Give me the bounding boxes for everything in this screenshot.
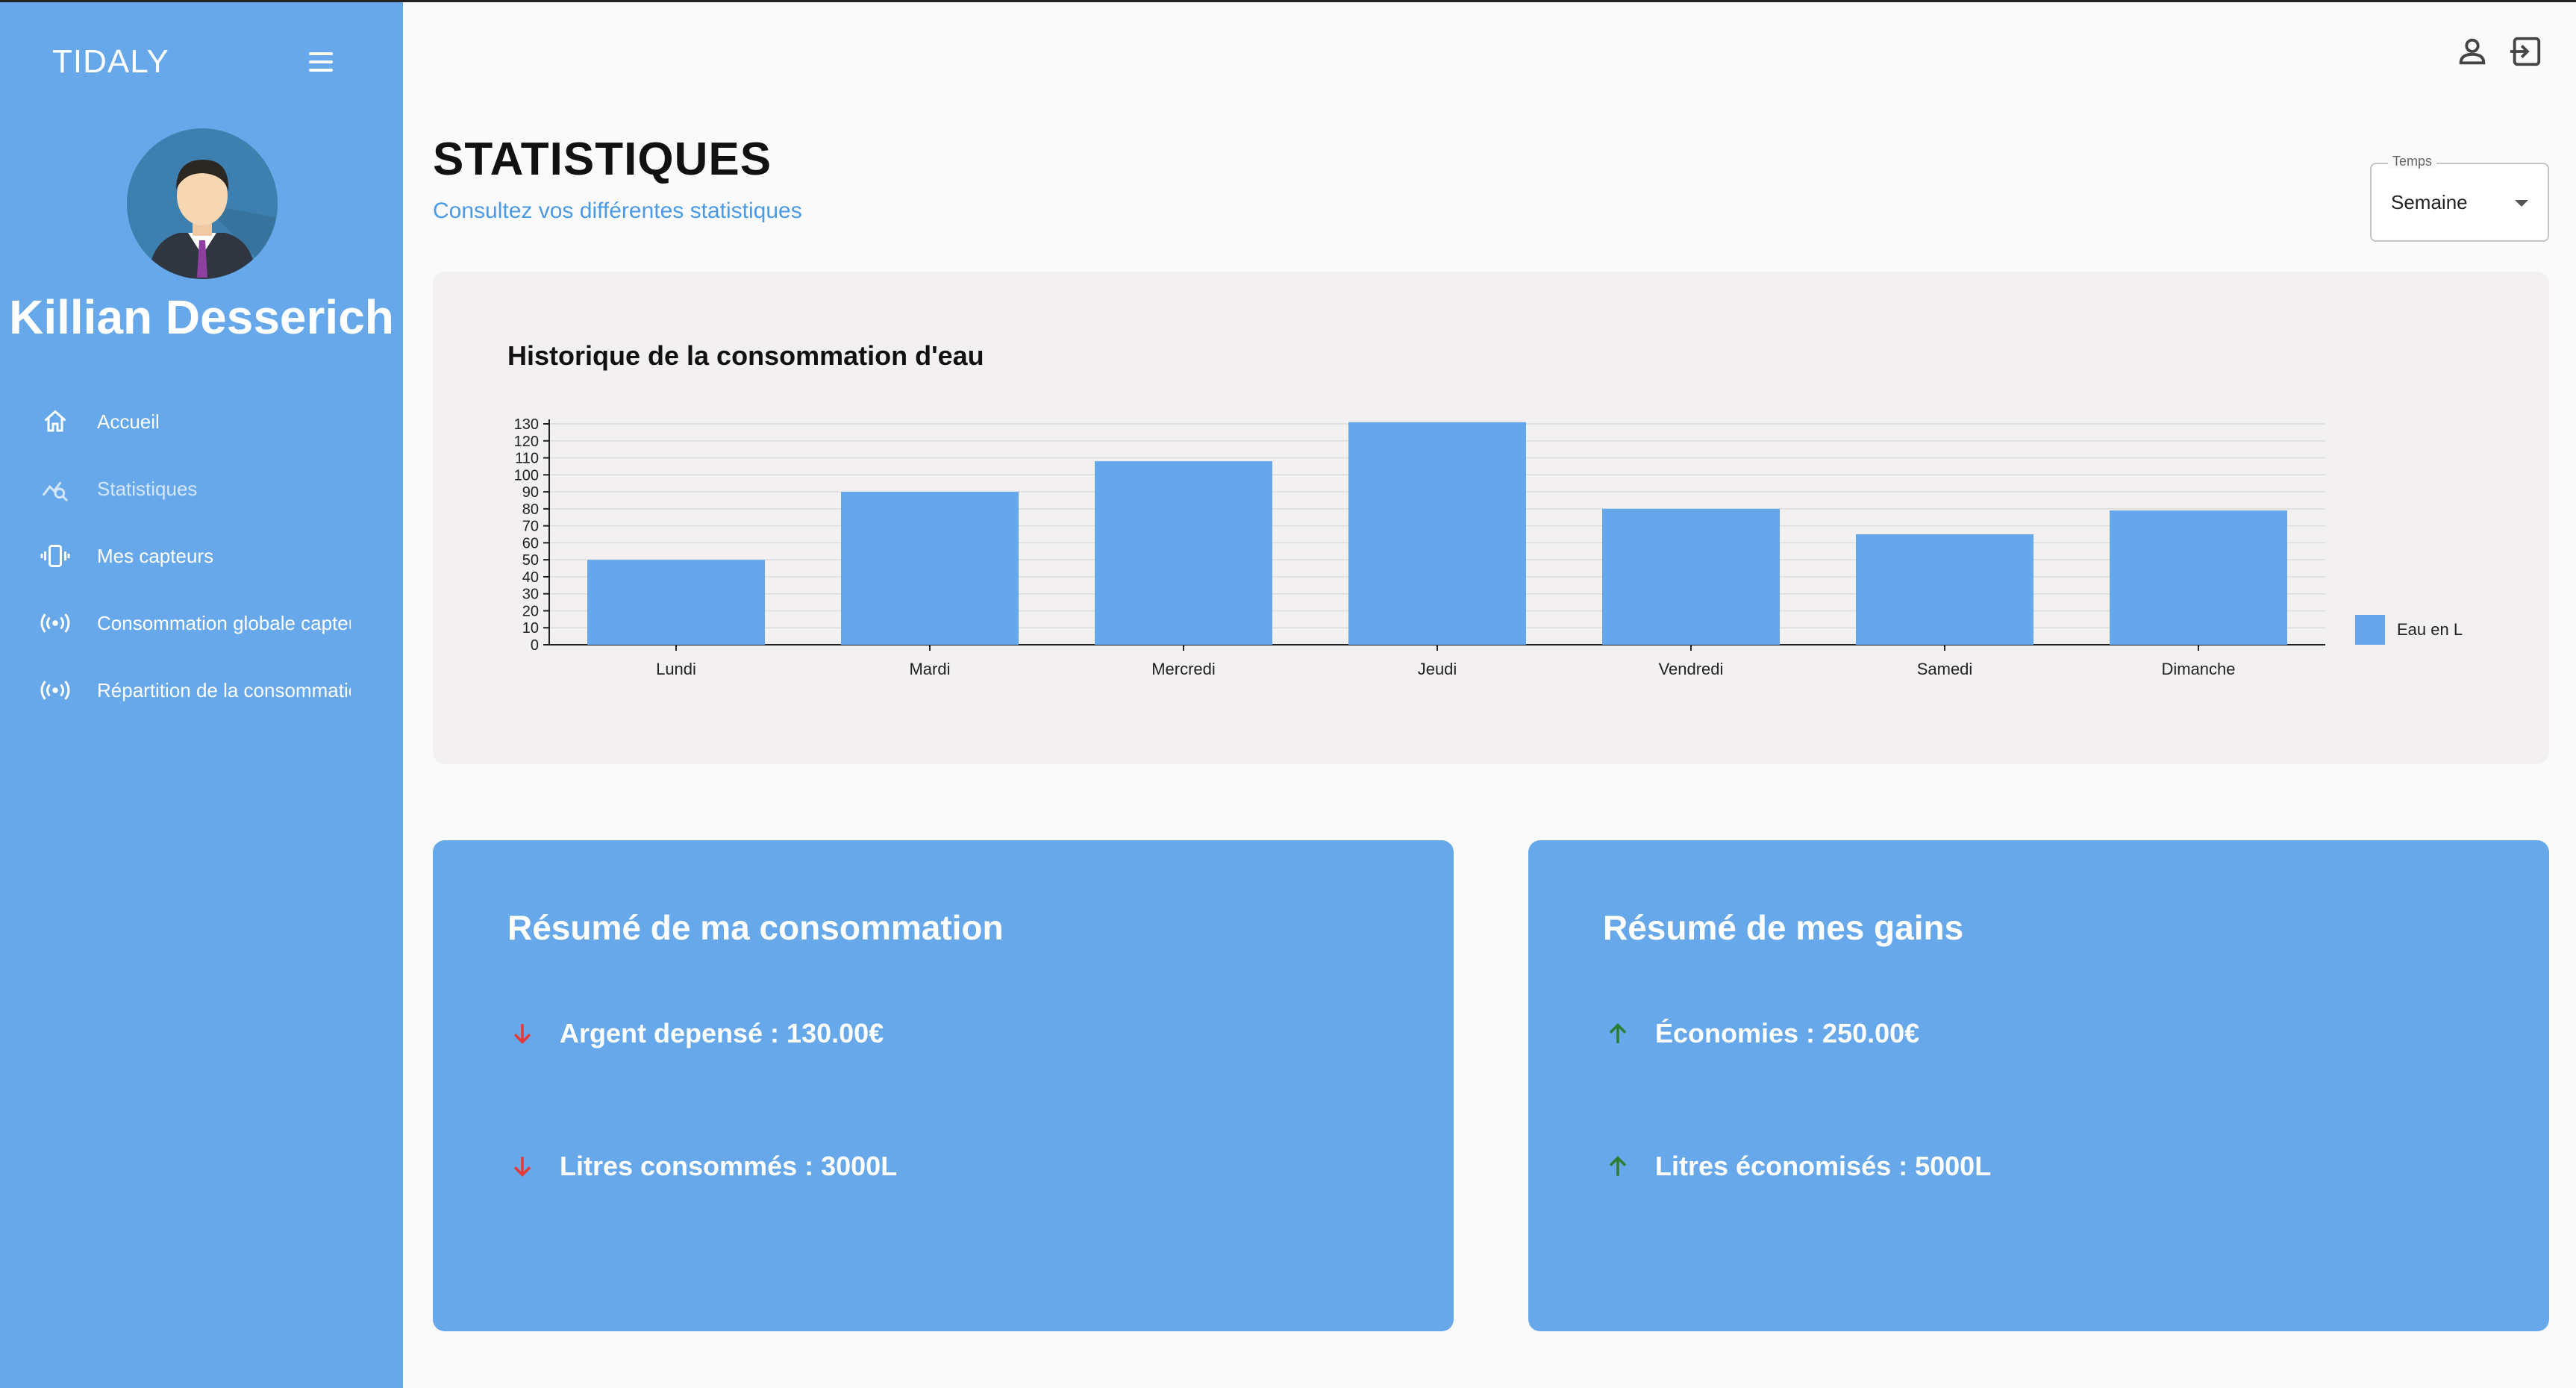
sidebar-nav: Accueil Statistiques Mes capteurs Consom…: [0, 388, 403, 724]
brand-logo[interactable]: TIDALY: [52, 43, 169, 81]
x-tick-label: Samedi: [1917, 660, 1973, 678]
select-value: Semaine: [2391, 191, 2468, 213]
x-tick-label: Jeudi: [1418, 660, 1457, 678]
consumption-summary-card: Résumé de ma consommation Argent depensé…: [433, 840, 1454, 1331]
bar-chart: 0102030405060708090100110120130 Lundi Mard…: [514, 416, 2463, 678]
y-tick-label: 120: [514, 434, 539, 450]
y-tick-label: 60: [522, 535, 539, 551]
bar-lundi: [587, 560, 765, 645]
bar-mardi: [841, 492, 1019, 645]
user-name: Killian Desserich: [9, 290, 394, 344]
top-border: [0, 0, 2576, 2]
sidebar-item-statistiques[interactable]: Statistiques: [0, 455, 403, 522]
sidebar: TIDALY Killian Desserich Accueil Statist…: [0, 0, 403, 1388]
x-tick-label: Vendredi: [1659, 660, 1724, 678]
select-label: Temps: [2388, 154, 2437, 169]
y-tick-label: 50: [522, 552, 539, 569]
y-tick-label: 40: [522, 569, 539, 586]
chevron-down-icon: [2515, 200, 2528, 207]
x-tick-label: Mercredi: [1151, 660, 1216, 678]
time-period-select[interactable]: Temps Semaine: [2370, 154, 2549, 242]
account-icon[interactable]: [2455, 34, 2489, 69]
y-tick-label: 70: [522, 519, 539, 535]
arrow-down-icon: [507, 1151, 537, 1181]
y-tick-label: 90: [522, 484, 539, 501]
liters-saved-text: Litres économisés : 5000L: [1655, 1151, 1992, 1181]
sidebar-item-repartition[interactable]: Répartition de la consommation: [0, 657, 403, 724]
avatar: [127, 128, 278, 279]
bar-samedi: [1856, 534, 2033, 645]
liters-consumed-row: Litres consommés : 3000L: [507, 1151, 897, 1182]
sensor-icon: [39, 540, 72, 572]
sidebar-item-label: Répartition de la consommation: [97, 678, 351, 701]
sidebar-item-accueil[interactable]: Accueil: [0, 388, 403, 455]
page-subtitle: Consultez vos différentes statistiques: [433, 198, 802, 223]
bar-vendredi: [1602, 508, 1780, 645]
arrow-down-icon: [507, 1019, 537, 1048]
liters-consumed-text: Litres consommés : 3000L: [560, 1151, 898, 1181]
y-tick-label: 30: [522, 587, 539, 603]
x-tick-label: Dimanche: [2161, 660, 2235, 678]
liters-saved-row: Litres économisés : 5000L: [1603, 1151, 1991, 1182]
savings-text: Économies : 250.00€: [1655, 1018, 1920, 1048]
y-tick-label: 80: [522, 501, 539, 518]
menu-toggle-icon[interactable]: [309, 52, 336, 73]
legend-label: Eau en L: [2397, 620, 2463, 639]
arrow-up-icon: [1603, 1151, 1633, 1181]
sidebar-item-label: Accueil: [97, 410, 160, 433]
y-tick-label: 0: [531, 637, 539, 654]
sidebar-item-label: Mes capteurs: [97, 544, 214, 567]
spent-money-row: Argent depensé : 130.00€: [507, 1018, 884, 1049]
home-icon: [39, 405, 72, 438]
y-tick-label: 100: [514, 467, 539, 484]
gains-summary-card: Résumé de mes gains Économies : 250.00€ …: [1528, 840, 2549, 1331]
y-tick-label: 130: [514, 416, 539, 433]
legend-swatch: [2355, 615, 2385, 645]
arrow-up-icon: [1603, 1019, 1633, 1048]
savings-row: Économies : 250.00€: [1603, 1018, 1919, 1049]
gains-summary-title: Résumé de mes gains: [1603, 908, 1964, 947]
x-tick-label: Lundi: [656, 660, 696, 678]
consumption-summary-title: Résumé de ma consommation: [507, 908, 1004, 947]
bar-mercredi: [1095, 461, 1272, 645]
page-title: STATISTIQUES: [433, 134, 772, 185]
y-tick-label: 20: [522, 603, 539, 619]
sidebar-item-label: Consommation globale capteurs: [97, 611, 351, 634]
y-tick-label: 110: [515, 451, 539, 467]
broadcast-icon: [39, 607, 72, 640]
bar-dimanche: [2110, 510, 2287, 645]
y-tick-label: 10: [522, 620, 539, 637]
chart-card: Historique de la consommation d'eau 0 10 2…: [433, 272, 2549, 764]
x-tick-label: Mardi: [909, 660, 950, 678]
broadcast-icon: [39, 674, 72, 707]
stats-icon: [39, 472, 72, 505]
bar-jeudi: [1348, 422, 1526, 645]
sidebar-item-mes-capteurs[interactable]: Mes capteurs: [0, 522, 403, 590]
logout-icon[interactable]: [2509, 34, 2543, 69]
spent-money-text: Argent depensé : 130.00€: [560, 1018, 884, 1048]
sidebar-item-label: Statistiques: [97, 477, 198, 500]
sidebar-item-consommation-globale[interactable]: Consommation globale capteurs: [0, 590, 403, 657]
